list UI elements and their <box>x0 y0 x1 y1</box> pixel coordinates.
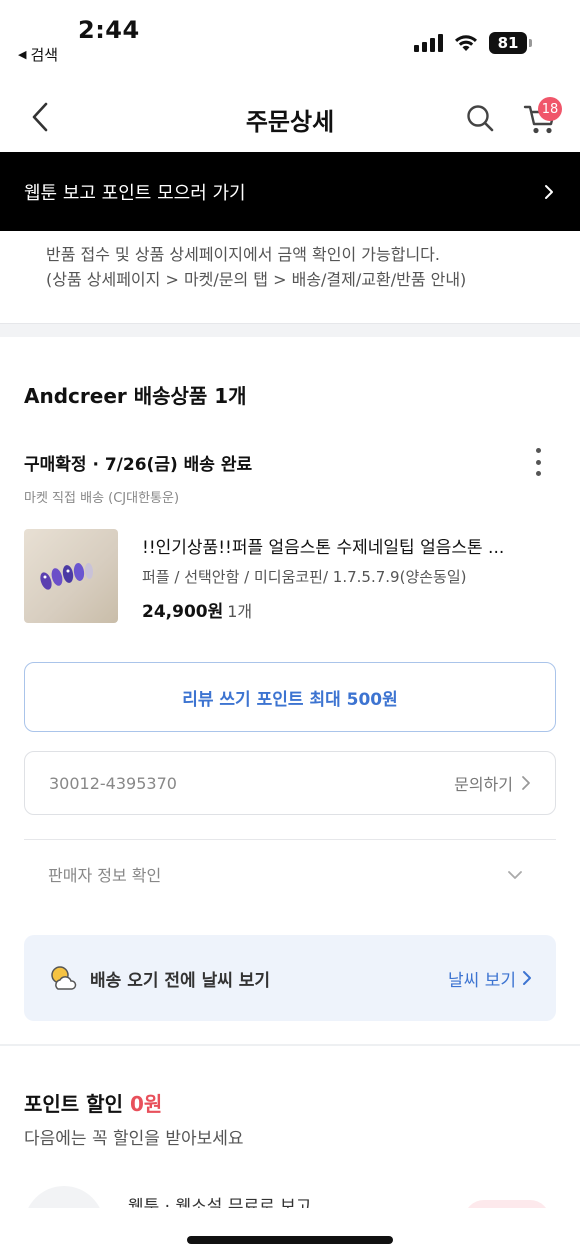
back-app-label: 검색 <box>30 46 59 64</box>
weather-text: 배송 오기 전에 날씨 보기 <box>90 970 271 991</box>
wifi-icon <box>455 35 477 51</box>
battery-icon: 81 <box>489 32 532 54</box>
return-notice: 반품 접수 및 상품 상세페이지에서 금액 확인이 가능합니다. (상품 상세페… <box>26 242 466 292</box>
order-inquiry-row[interactable]: 30012-4395370 문의하기 <box>24 751 556 815</box>
delivery-info: 마켓 직접 배송 (CJ대한통운) <box>24 491 180 506</box>
weather-link-label: 날씨 보기 <box>448 970 516 991</box>
inquiry-label: 문의하기 <box>454 775 513 794</box>
seller-info-toggle[interactable]: 판매자 정보 확인 <box>48 862 161 886</box>
product-price: 24,900원 <box>142 602 224 622</box>
status-bar: 2:44 ◀ 검색 81 <box>0 0 580 80</box>
section-divider <box>0 323 580 337</box>
notice-line-1: 반품 접수 및 상품 상세페이지에서 금액 확인이 가능합니다. <box>46 245 440 264</box>
battery-level: 81 <box>489 32 527 54</box>
product-thumbnail[interactable] <box>24 529 118 623</box>
promo-button[interactable] <box>464 1200 550 1208</box>
promo-text: 웹툰 · 웹소설 무료로 보고 <box>128 1197 312 1208</box>
weather-icon <box>51 966 77 990</box>
points-subtitle: 다음에는 꼭 할인을 받아보세요 <box>24 1129 244 1149</box>
search-icon[interactable] <box>464 102 496 134</box>
product-option: 퍼플 / 선택안함 / 미디움코핀/ 1.7.5.7.9(양손동일) <box>142 568 467 586</box>
divider <box>24 839 556 840</box>
notice-line-2: (상품 상세페이지 > 마켓/문의 탭 > 배송/결제/교환/반품 안내) <box>46 270 467 289</box>
product-quantity: 1개 <box>227 602 253 621</box>
order-status: 구매확정 · 7/26(금) 배송 완료 <box>24 455 253 475</box>
product-price-row: 24,900원 1개 <box>142 597 252 622</box>
points-discount-title: 포인트 할인 0원 <box>24 1088 162 1117</box>
banner-text: 웹툰 보고 포인트 모으러 가기 <box>24 182 246 204</box>
chevron-right-icon <box>545 184 553 199</box>
order-number: 30012-4395370 <box>49 773 177 793</box>
section-divider <box>0 1044 580 1046</box>
promo-thumbnail <box>24 1186 104 1208</box>
webtoon-points-banner[interactable]: 웹툰 보고 포인트 모으러 가기 <box>0 152 580 231</box>
nail-tips-image <box>40 563 94 590</box>
chevron-down-icon[interactable] <box>506 868 524 882</box>
write-review-button[interactable]: 리뷰 쓰기 포인트 최대 500원 <box>24 662 556 732</box>
more-options-icon[interactable] <box>530 448 546 476</box>
status-time: 2:44 <box>78 16 140 44</box>
weather-link[interactable]: 날씨 보기 <box>448 966 532 991</box>
points-amount: 0원 <box>129 1092 163 1116</box>
chevron-right-icon <box>523 971 531 985</box>
product-name[interactable]: !!인기상품!!퍼플 얼음스톤 수제네일팁 얼음스톤 ... <box>142 533 542 558</box>
webtoon-promo-row[interactable]: 웹툰 · 웹소설 무료로 보고 <box>24 1186 556 1208</box>
cellular-signal-icon <box>414 34 443 52</box>
inquiry-button[interactable]: 문의하기 <box>454 771 531 795</box>
home-indicator[interactable] <box>187 1236 393 1244</box>
cart-count-badge: 18 <box>538 97 562 121</box>
points-title-label: 포인트 할인 <box>24 1092 123 1116</box>
page-header: 주문상세 <box>0 80 580 152</box>
chevron-right-icon <box>522 776 530 790</box>
back-to-app-link[interactable]: ◀ 검색 <box>18 44 58 65</box>
seller-title: Andcreer 배송상품 1개 <box>24 384 247 408</box>
status-icons: 81 <box>414 32 532 54</box>
back-triangle-icon: ◀ <box>18 48 27 61</box>
weather-card[interactable]: 배송 오기 전에 날씨 보기 날씨 보기 <box>24 935 556 1021</box>
